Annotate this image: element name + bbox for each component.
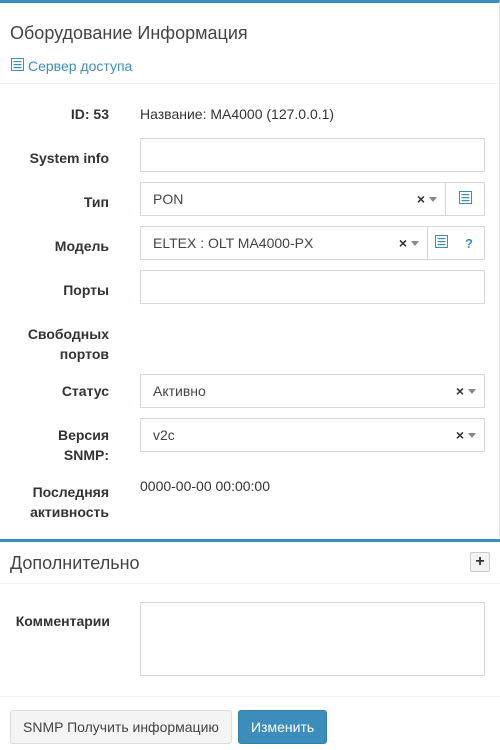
- clear-icon[interactable]: ×: [456, 383, 464, 399]
- access-server-label[interactable]: Сервер доступа: [28, 58, 132, 74]
- plus-icon[interactable]: +: [470, 552, 490, 572]
- clear-icon[interactable]: ×: [417, 191, 425, 207]
- free-ports-label-line-1: Свободных: [27, 326, 109, 342]
- submit-button[interactable]: Изменить: [238, 710, 328, 744]
- ports-label: Порты: [63, 282, 109, 298]
- chevron-down-icon[interactable]: [411, 240, 419, 246]
- model-label: Модель: [54, 238, 109, 254]
- divider: [0, 583, 500, 584]
- type-value: PON: [153, 191, 184, 207]
- equipment-info-panel: Оборудование Информация Сервер доступа I…: [0, 0, 500, 540]
- id-label: ID: 53: [70, 106, 109, 122]
- last-activity-label: Последняя активность: [30, 482, 109, 522]
- list-icon: [434, 235, 448, 251]
- divider: [0, 83, 499, 84]
- clear-icon[interactable]: ×: [456, 427, 464, 443]
- chevron-down-icon[interactable]: [468, 388, 476, 394]
- additional-panel: Дополнительно + Комментарии SNMP Получит…: [0, 539, 500, 750]
- snmp-get-info-button[interactable]: SNMP Получить информацию: [10, 710, 232, 744]
- type-label: Тип: [83, 194, 109, 210]
- panel-title: Оборудование Информация: [10, 23, 248, 43]
- snmp-version-label-line-2: SNMP:: [63, 447, 109, 463]
- model-help-button[interactable]: ?: [454, 227, 484, 259]
- ports-input[interactable]: [140, 270, 485, 304]
- snmp-version-label: Версия SNMP:: [58, 425, 109, 465]
- comments-label: Комментарии: [15, 613, 110, 629]
- snmp-version-value: v2c: [153, 427, 175, 443]
- access-server-link[interactable]: Сервер доступа: [11, 58, 132, 74]
- free-ports-label: Свободных портов: [28, 324, 109, 364]
- question-icon: ?: [465, 235, 473, 251]
- system-info-label: System info: [29, 150, 109, 166]
- free-ports-label-line-2: портов: [59, 346, 109, 362]
- status-value: Активно: [153, 383, 206, 399]
- chevron-down-icon[interactable]: [468, 432, 476, 438]
- type-list-button[interactable]: [446, 183, 484, 215]
- status-select[interactable]: Активно ×: [140, 374, 485, 408]
- last-activity-value: 0000-00-00 00:00:00: [140, 478, 270, 494]
- snmp-version-select[interactable]: v2c ×: [140, 418, 485, 452]
- clear-icon[interactable]: ×: [399, 235, 407, 251]
- status-label: Статус: [61, 383, 109, 399]
- model-select[interactable]: ELTEX : OLT MA4000-PX × ?: [140, 226, 485, 260]
- type-select[interactable]: PON ×: [140, 182, 485, 216]
- snmp-version-label-line-1: Версия: [57, 427, 109, 443]
- equipment-name: Название: MA4000 (127.0.0.1): [140, 106, 335, 122]
- list-icon: [11, 58, 24, 74]
- last-activity-label-line-2: активность: [30, 504, 109, 520]
- chevron-down-icon[interactable]: [429, 196, 437, 202]
- system-info-input[interactable]: [140, 138, 485, 172]
- model-value: ELTEX : OLT MA4000-PX: [153, 235, 314, 251]
- model-list-button[interactable]: [428, 227, 454, 259]
- last-activity-label-line-1: Последняя: [32, 484, 109, 500]
- panel-title: Дополнительно: [10, 553, 140, 573]
- comments-textarea[interactable]: [140, 602, 485, 676]
- divider: [0, 696, 500, 697]
- list-icon: [458, 191, 472, 207]
